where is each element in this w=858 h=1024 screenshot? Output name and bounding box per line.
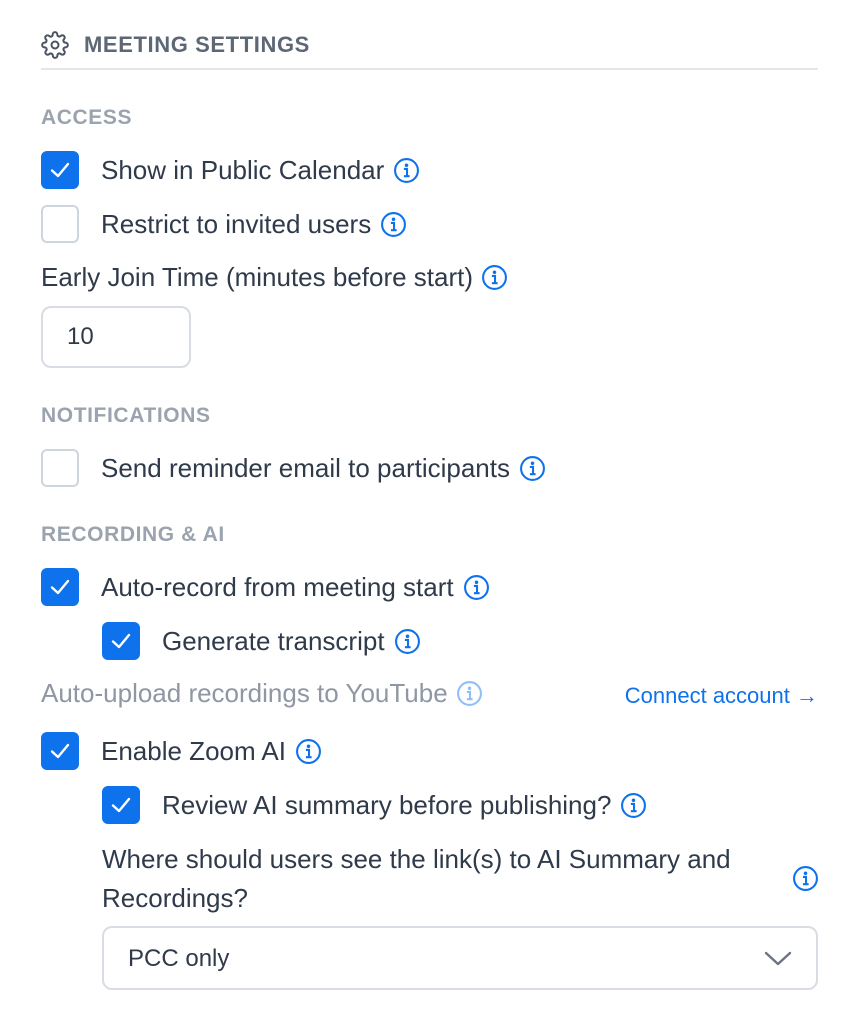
public-calendar-option[interactable]: Show in Public Calendar: [41, 150, 420, 190]
youtube-upload-label: Auto-upload recordings to YouTube: [41, 678, 448, 708]
review-summary-option[interactable]: Review AI summary before publishing?: [102, 785, 647, 825]
info-icon[interactable]: [380, 211, 407, 238]
link-location-question: Where should users see the link(s) to AI…: [102, 844, 731, 913]
public-calendar-label: Show in Public Calendar: [101, 154, 385, 185]
info-icon[interactable]: [394, 628, 421, 655]
info-icon[interactable]: [620, 792, 647, 819]
restrict-invited-option[interactable]: Restrict to invited users: [41, 204, 407, 244]
reminder-email-option[interactable]: Send reminder email to participants: [41, 448, 546, 488]
auto-record-checkbox[interactable]: [41, 568, 79, 606]
review-summary-label: Review AI summary before publishing?: [162, 789, 612, 820]
review-summary-checkbox[interactable]: [102, 786, 140, 824]
early-join-label: Early Join Time (minutes before start): [41, 262, 474, 292]
transcript-option[interactable]: Generate transcript: [102, 621, 421, 661]
chevron-down-icon: [764, 951, 792, 966]
auto-record-option[interactable]: Auto-record from meeting start: [41, 567, 490, 607]
youtube-upload-row: Auto-upload recordings to YouTube: [41, 678, 483, 709]
link-location-selected-value: PCC only: [128, 945, 230, 972]
gear-icon: [41, 31, 69, 59]
zoom-ai-label: Enable Zoom AI: [101, 735, 286, 766]
transcript-checkbox[interactable]: [102, 622, 140, 660]
settings-title: MEETING SETTINGS: [84, 32, 310, 57]
connect-account-link[interactable]: Connect account →: [625, 683, 818, 709]
zoom-ai-option[interactable]: Enable Zoom AI: [41, 731, 322, 771]
section-recording-label: RECORDING & AI: [41, 523, 225, 546]
info-icon[interactable]: [792, 865, 819, 892]
early-join-input[interactable]: [41, 306, 191, 368]
zoom-ai-checkbox[interactable]: [41, 732, 79, 770]
auto-record-label: Auto-record from meeting start: [101, 571, 454, 602]
section-notifications-label: NOTIFICATIONS: [41, 404, 211, 427]
link-location-select[interactable]: PCC only: [102, 926, 818, 990]
early-join-field-label: Early Join Time (minutes before start): [41, 262, 508, 293]
transcript-label: Generate transcript: [162, 625, 385, 656]
reminder-email-checkbox[interactable]: [41, 449, 79, 487]
info-icon[interactable]: [456, 680, 483, 707]
restrict-invited-label: Restrict to invited users: [101, 208, 372, 239]
meeting-settings-panel: MEETING SETTINGS ACCESS Show in Public C…: [0, 0, 858, 1024]
reminder-email-label: Send reminder email to participants: [101, 452, 510, 483]
info-icon[interactable]: [519, 455, 546, 482]
section-access-label: ACCESS: [41, 106, 133, 129]
info-icon[interactable]: [463, 574, 490, 601]
info-icon[interactable]: [393, 157, 420, 184]
public-calendar-checkbox[interactable]: [41, 151, 79, 189]
info-icon[interactable]: [481, 264, 508, 291]
restrict-invited-checkbox[interactable]: [41, 205, 79, 243]
info-icon[interactable]: [295, 738, 322, 765]
settings-header: MEETING SETTINGS: [41, 28, 818, 70]
